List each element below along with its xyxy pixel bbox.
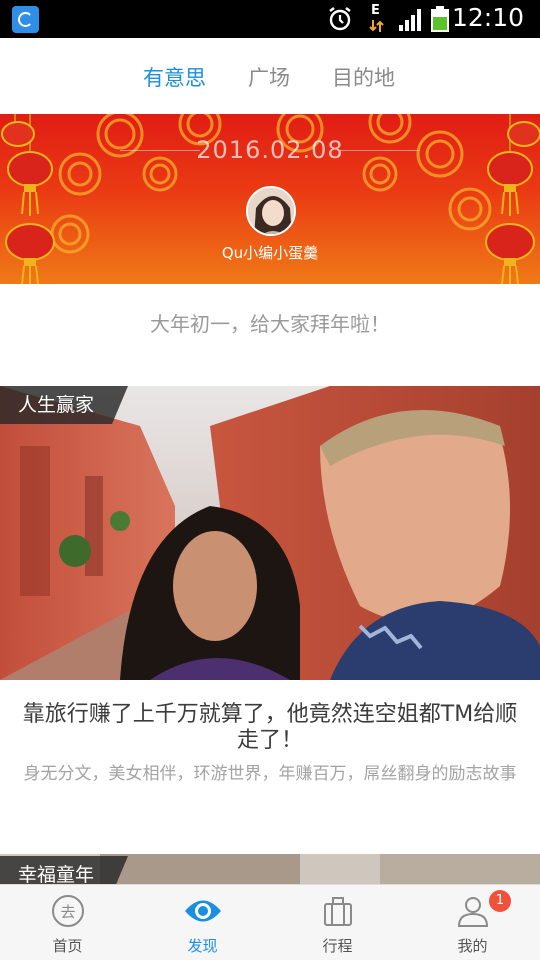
tab-square[interactable]: 广场	[248, 62, 290, 92]
user-icon	[457, 897, 488, 927]
avatar[interactable]	[246, 186, 296, 236]
top-tab-bar: 有意思 广场 目的地	[0, 38, 540, 114]
notification-badge: 1	[489, 890, 511, 912]
bottom-nav-bar: 去 首页 发现 行程 1 我的	[0, 884, 540, 960]
nav-label-mine: 我的	[457, 937, 488, 955]
nav-label-itinerary: 行程	[322, 937, 353, 955]
network-type-label: E	[371, 3, 380, 18]
nav-item-home[interactable]: 去 首页	[0, 885, 135, 960]
nav-item-itinerary[interactable]: 行程	[270, 885, 405, 960]
data-transfer-icon: E	[368, 3, 386, 33]
nav-item-discover[interactable]: 发现	[135, 885, 270, 960]
eye-icon	[184, 900, 221, 922]
app-notification-icon	[12, 6, 39, 33]
signal-icon	[399, 9, 421, 31]
battery-icon	[431, 6, 449, 32]
status-time: 12:10	[451, 3, 524, 32]
article-title[interactable]: 靠旅行赚了上千万就算了，他竟然连空姐都TM给顺走了！	[20, 702, 520, 754]
article-card-image[interactable]: 人生赢家	[0, 386, 540, 680]
card-tag: 人生赢家	[0, 386, 129, 424]
banner-date: 2016.02.08	[196, 136, 344, 164]
article-card-image[interactable]: 幸福童年	[0, 854, 540, 884]
alarm-icon	[329, 7, 351, 31]
card-tag: 幸福童年	[0, 856, 129, 884]
status-bar: E 12:10	[0, 0, 540, 38]
banner-username[interactable]: Qu小编小蛋羹	[0, 242, 540, 263]
nav-label-home: 首页	[52, 937, 83, 955]
go-icon: 去	[51, 895, 84, 927]
luggage-icon	[323, 897, 352, 926]
svg-text:去: 去	[60, 903, 75, 921]
nav-item-mine[interactable]: 1 我的	[405, 885, 540, 960]
nav-label-discover: 发现	[187, 937, 218, 955]
tab-interesting[interactable]: 有意思	[143, 62, 206, 92]
article-description: 身无分文，美女相伴，环游世界，年赚百万，屌丝翻身的励志故事	[23, 764, 517, 784]
tab-destination[interactable]: 目的地	[332, 62, 395, 92]
new-year-banner[interactable]: 2016.02.08 Qu小编小蛋羹	[0, 114, 540, 284]
couple-selfie-photo	[0, 386, 540, 680]
greeting-text: 大年初一，给大家拜年啦！	[150, 312, 390, 336]
